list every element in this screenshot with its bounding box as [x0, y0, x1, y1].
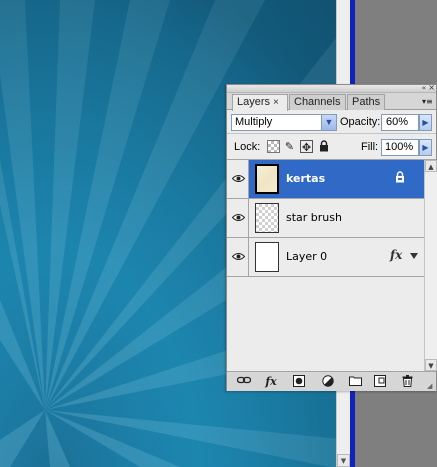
layer-name[interactable]: star brush [286, 211, 342, 224]
layer-list: kertas star brush Layer 0 fx [227, 160, 424, 371]
tab-channels-label: Channels [294, 96, 341, 108]
add-layer-mask-icon[interactable] [291, 375, 307, 389]
new-layer-icon[interactable] [372, 375, 388, 389]
visibility-toggle[interactable] [227, 199, 249, 237]
lock-row: Lock: ✎ ✥ Fill: 100% ▶ [227, 134, 436, 160]
link-layers-icon[interactable] [236, 375, 252, 389]
scroll-up-icon[interactable]: ▲ [425, 160, 437, 172]
layer-name[interactable]: kertas [286, 172, 325, 185]
opacity-slider-arrow-icon[interactable]: ▶ [419, 114, 432, 131]
layer-thumbnail[interactable] [255, 164, 279, 194]
new-adjustment-layer-icon[interactable] [320, 375, 336, 389]
blend-mode-value: Multiply [235, 116, 273, 128]
fill-label: Fill: [361, 141, 379, 153]
panel-menu-icon[interactable]: ▾≡ [422, 97, 434, 107]
blend-mode-select[interactable]: Multiply ▼ [231, 114, 337, 131]
layer-row-layer-0[interactable]: Layer 0 fx [227, 238, 424, 277]
lock-all-icon[interactable] [317, 140, 330, 153]
layer-row-star-brush[interactable]: star brush [227, 199, 424, 238]
eye-icon [232, 253, 245, 260]
tab-channels[interactable]: Channels [289, 94, 346, 110]
scroll-down-arrow-icon[interactable]: ▼ [337, 454, 350, 467]
visibility-toggle[interactable] [227, 160, 249, 198]
expand-effects-icon[interactable] [410, 253, 418, 259]
close-tab-icon[interactable]: × [273, 97, 279, 108]
tab-paths-label: Paths [352, 96, 381, 108]
tab-layers[interactable]: Layers × [232, 94, 288, 111]
layer-name[interactable]: Layer 0 [286, 250, 327, 263]
lock-label: Lock: [234, 141, 261, 153]
collapse-icon[interactable]: « [422, 85, 426, 92]
lock-image-pixels-icon[interactable]: ✎ [283, 140, 296, 153]
layer-options-row: Multiply ▼ Opacity: 60% ▶ [227, 110, 436, 134]
layer-style-icon[interactable]: fx [263, 375, 279, 389]
tab-layers-label: Layers [237, 96, 271, 108]
layers-panel: « × Layers × Channels Paths ▾≡ Multiply ▼… [226, 84, 437, 391]
layer-thumbnail[interactable] [255, 242, 279, 272]
tab-paths[interactable]: Paths [347, 94, 385, 110]
scroll-down-icon[interactable]: ▼ [425, 359, 437, 371]
layer-thumbnail[interactable] [255, 203, 279, 233]
eye-icon [232, 214, 245, 221]
lock-transparent-pixels-icon[interactable] [267, 140, 280, 153]
fill-input[interactable]: 100% [381, 139, 419, 156]
opacity-input[interactable]: 60% [381, 114, 419, 131]
trash-icon[interactable] [399, 375, 415, 389]
panel-titlebar[interactable]: « × [227, 84, 436, 93]
eye-icon [232, 175, 245, 182]
lock-position-icon[interactable]: ✥ [300, 140, 313, 154]
layer-effects-icon[interactable]: fx [390, 248, 402, 262]
layer-row-kertas[interactable]: kertas [227, 160, 424, 199]
resize-grip-icon[interactable]: ◢ [427, 382, 435, 390]
panel-tabs: Layers × Channels Paths ▾≡ [227, 93, 436, 111]
fill-slider-arrow-icon[interactable]: ▶ [419, 139, 432, 156]
panel-bottom-toolbar: fx ◢ [227, 371, 436, 391]
new-group-folder-icon[interactable] [347, 375, 363, 389]
visibility-toggle[interactable] [227, 238, 249, 276]
layer-list-scrollbar[interactable]: ▲ ▼ [424, 160, 437, 371]
close-panel-icon[interactable]: × [428, 84, 435, 92]
layer-locked-icon [396, 171, 404, 183]
opacity-label: Opacity: [340, 116, 381, 128]
chevron-down-icon[interactable]: ▼ [321, 115, 336, 130]
